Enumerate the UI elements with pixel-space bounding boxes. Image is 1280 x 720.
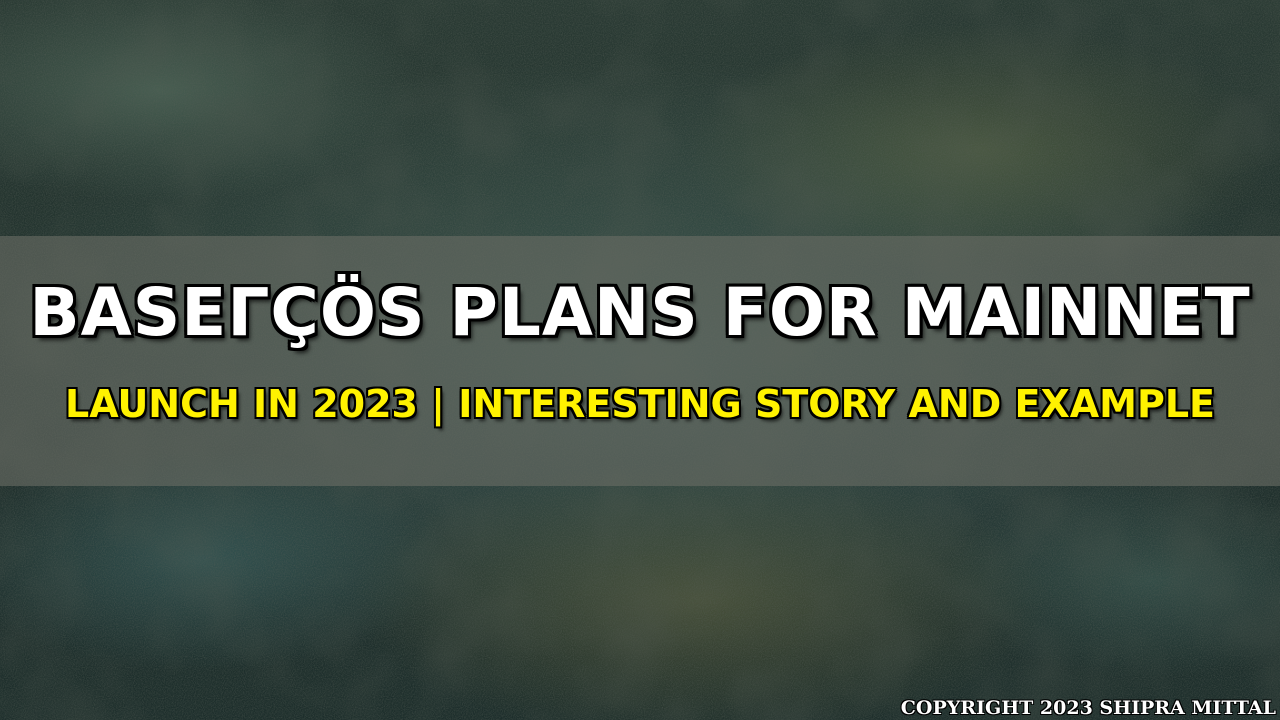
headline-subtitle: LAUNCH IN 2023 | INTERESTING STORY AND E…	[64, 382, 1215, 426]
thumbnail-canvas: BASEΓÇÖS PLANS FOR MAINNET LAUNCH IN 202…	[0, 0, 1280, 720]
copyright-notice: COPYRIGHT 2023 SHIPRA MITTAL	[900, 697, 1276, 719]
headline-title: BASEΓÇÖS PLANS FOR MAINNET	[29, 274, 1251, 351]
